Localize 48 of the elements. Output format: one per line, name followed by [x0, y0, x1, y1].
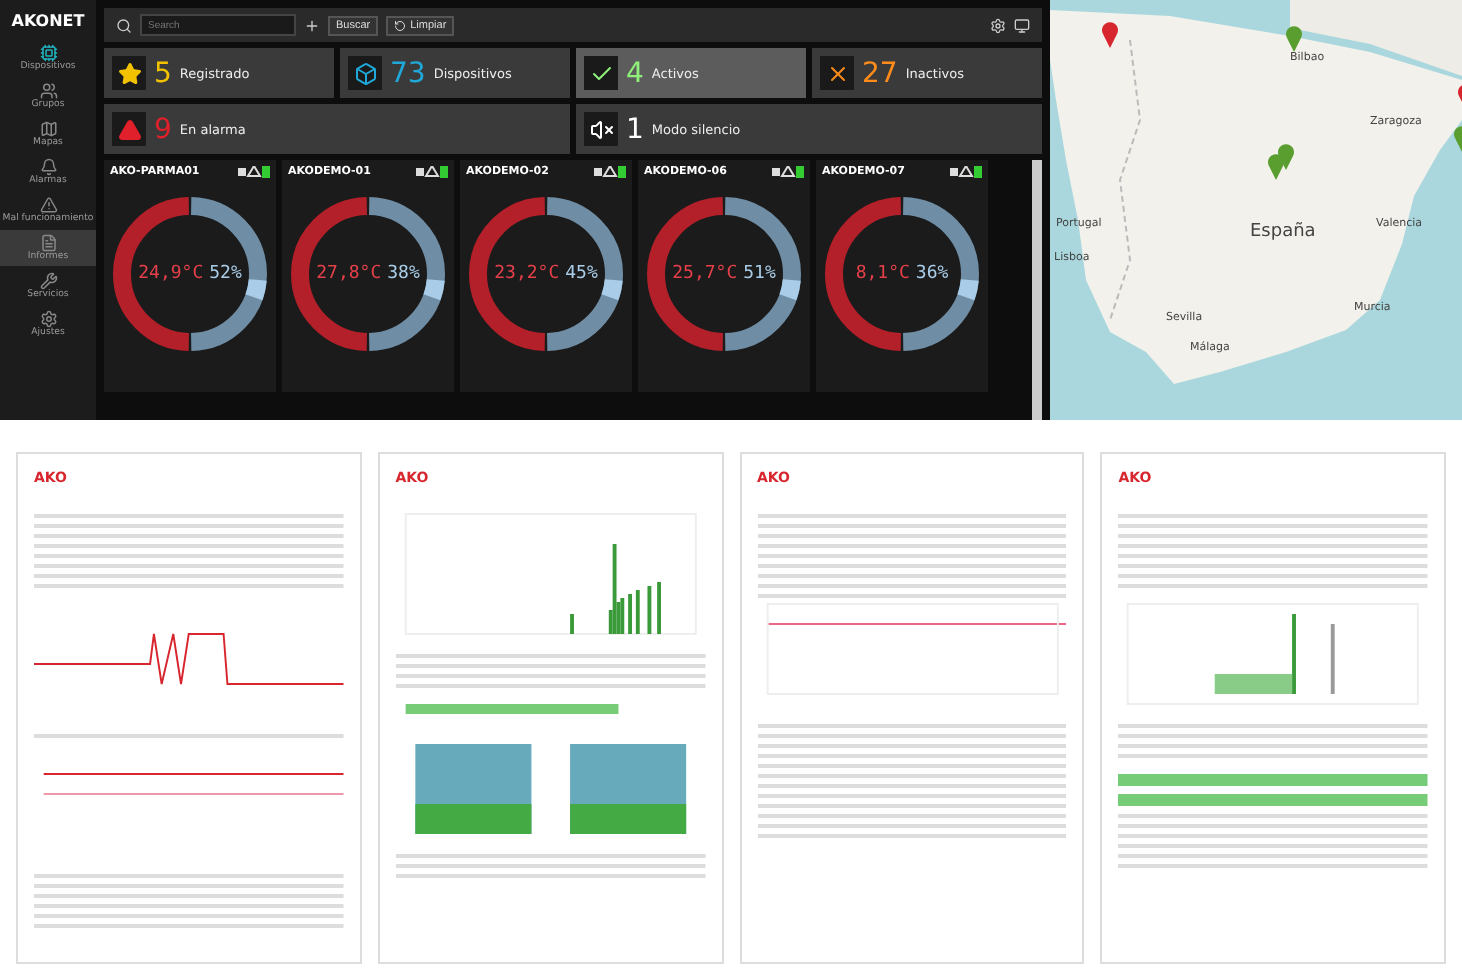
stat-count: 5	[154, 57, 172, 89]
stat-icon	[820, 56, 854, 90]
sidebar-icon	[39, 158, 57, 176]
humidity-reading: 45%	[565, 264, 598, 284]
temperature-reading: 25,7°C	[672, 264, 738, 284]
map-pin-icon[interactable]	[1454, 126, 1462, 152]
status-icons	[950, 166, 982, 178]
sidebar-icon	[39, 310, 57, 328]
map-pin-icon[interactable]	[1278, 144, 1294, 170]
temperature-reading: 24,9°C	[138, 264, 204, 284]
search-icon	[116, 17, 132, 33]
sidebar-icon	[39, 82, 57, 100]
sidebar-icon	[39, 234, 57, 252]
humidity-reading: 36%	[915, 264, 949, 284]
status-icons	[416, 166, 448, 178]
stat-icon	[112, 56, 146, 90]
status-icons	[238, 166, 270, 178]
map-pin-icon[interactable]	[1268, 154, 1284, 180]
reset-icon	[394, 19, 407, 31]
map-pin-icon[interactable]	[1102, 22, 1118, 48]
temperature-reading: 27,8°C	[316, 264, 382, 284]
stat-count: 73	[390, 57, 426, 89]
sidebar-icon	[39, 272, 57, 290]
sidebar-icon	[39, 120, 57, 138]
stat-count: 4	[626, 57, 644, 89]
sidebar-icon	[39, 44, 57, 62]
sidebar-icon	[39, 196, 57, 214]
stat-icon	[112, 112, 146, 146]
status-icons	[594, 166, 626, 178]
stat-count: 27	[862, 57, 898, 89]
stat-count: 9	[154, 113, 172, 145]
humidity-reading: 52%	[209, 264, 242, 284]
stat-count: 1	[626, 113, 644, 145]
humidity-reading: 51%	[743, 264, 776, 284]
stat-icon	[584, 56, 618, 90]
status-icons	[772, 166, 804, 178]
stat-icon	[584, 112, 618, 146]
monitor-icon[interactable]	[1014, 17, 1030, 33]
map-pin-icon[interactable]	[1286, 26, 1302, 52]
scrollbar[interactable]	[1032, 160, 1042, 420]
temperature-reading: 23,2°C	[494, 264, 560, 284]
akonet-logo: AKONET	[9, 10, 87, 34]
settings-icon[interactable]	[990, 17, 1006, 33]
stat-icon	[348, 56, 382, 90]
humidity-reading: 38%	[387, 264, 420, 284]
add-icon[interactable]	[304, 17, 320, 33]
map-label: España	[1250, 222, 1316, 242]
temperature-reading: 8,1°C	[855, 264, 910, 284]
